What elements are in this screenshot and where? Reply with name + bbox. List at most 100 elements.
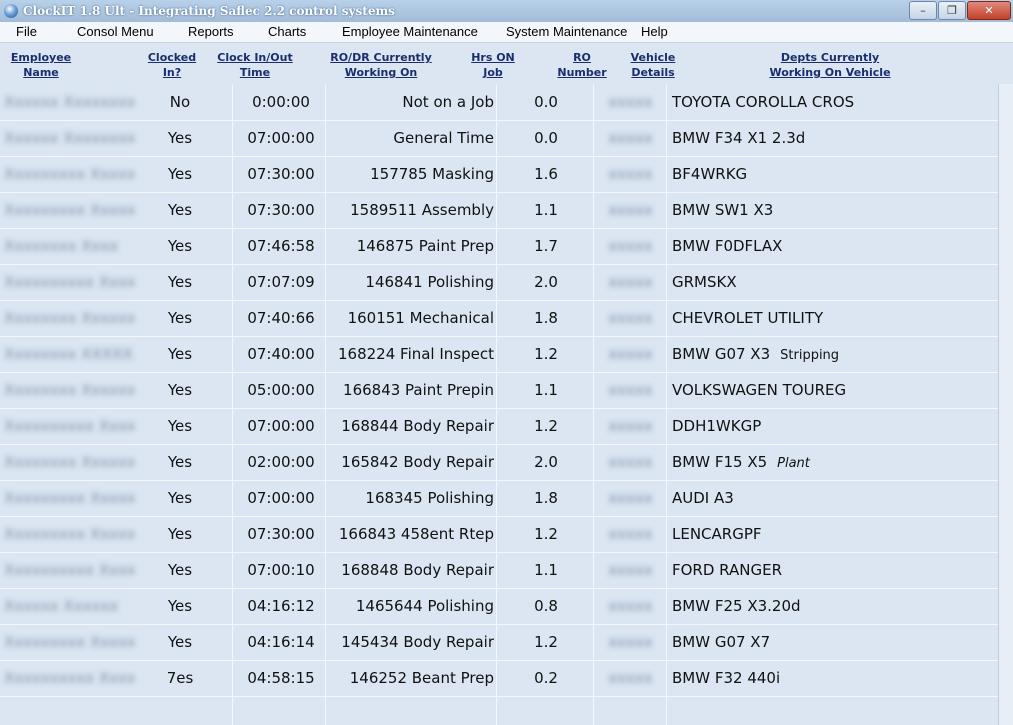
- table-row[interactable]: Xxxxxx Xxxxxxxxxx No 0:00:00 Not on a Job 0.…: [0, 84, 998, 121]
- cell-hrs: 1.8: [534, 489, 558, 507]
- vehicle-text: BMW G07 X3: [672, 345, 771, 363]
- header-employee-name[interactable]: Employee Name: [4, 48, 78, 82]
- cell-vehicle: BMW F0DFLAX: [672, 228, 992, 264]
- table-row[interactable]: Xxxxxxxx Xxxxxxxx Yes 07:40:66 160151 Mecha…: [0, 300, 998, 337]
- cell-time: 04:16:12: [247, 597, 315, 615]
- cell-vehicle: GRMSKX: [672, 264, 992, 300]
- dept-note: Stripping: [780, 348, 840, 363]
- cell-ro: xxxxx: [608, 201, 653, 219]
- cell-job: Not on a Job: [402, 93, 494, 111]
- cell-vehicle: BMW F34 X1 2.3d: [672, 120, 992, 156]
- menu-system-maintenance[interactable]: System Maintenance: [506, 24, 627, 39]
- cell-vehicle: BMW G07 X7: [672, 624, 992, 660]
- cell-ro: xxxxx: [608, 597, 653, 615]
- header-ro-number[interactable]: RO Number: [551, 48, 613, 82]
- minimize-button[interactable]: –: [909, 1, 937, 20]
- header-vehicle-details[interactable]: Vehicle Details: [618, 48, 688, 82]
- cell-ro: xxxxx: [608, 489, 653, 507]
- cell-job: 1465644 Polishing: [355, 597, 494, 615]
- cell-job: 168844 Body Repair: [341, 417, 494, 435]
- table-row[interactable]: Xxxxxxxxx Xxxxxxx Yes 07:30:00 157785 Maski…: [0, 156, 998, 193]
- vehicle-text: LENCARGPF: [672, 525, 762, 543]
- table-row[interactable]: Xxxxxxxx Xxxx Yes 07:46:58 146875 Paint Pre…: [0, 228, 998, 265]
- vehicle-text: BMW F25 X3.20d: [672, 597, 801, 615]
- cell-hrs: 1.2: [534, 633, 558, 651]
- maximize-button[interactable]: ❐: [938, 1, 966, 20]
- cell-name: Xxxxxxxxxx Xxxxxx: [4, 561, 134, 579]
- cell-job: 160151 Mechanical: [347, 309, 494, 327]
- close-button[interactable]: ✕: [967, 1, 1011, 20]
- menu-reports[interactable]: Reports: [188, 24, 234, 39]
- cell-job: 146841 Polishing: [365, 273, 494, 291]
- cell-clocked: 7es: [166, 669, 194, 687]
- menu-consol-menu[interactable]: Consol Menu: [77, 24, 154, 39]
- employee-grid: Employee Name Clocked In? Clock In/Out Time…: [0, 48, 1013, 725]
- table-row[interactable]: Xxxxxxxxx Xxxxxx Yes 07:00:00 168345 Polish…: [0, 480, 998, 517]
- cell-clocked: Yes: [167, 489, 193, 507]
- header-clock-time[interactable]: Clock In/Out Time: [210, 48, 300, 82]
- table-row[interactable]: Xxxxxxxxx Xxxxxxxx Yes 04:16:14 145434 Body…: [0, 624, 998, 661]
- cell-name: Xxxxxx Xxxxxx: [4, 597, 119, 615]
- vertical-scrollbar[interactable]: [998, 84, 1013, 725]
- cell-ro: xxxxx: [608, 453, 653, 471]
- cell-time: 02:00:00: [247, 453, 315, 471]
- header-clocked-in[interactable]: Clocked In?: [140, 48, 204, 82]
- cell-name: Xxxxxx Xxxxxxxxxx: [4, 93, 134, 111]
- cell-ro: xxxxx: [608, 525, 653, 543]
- cell-name: Xxxxxxxxxx Xxxxxx: [4, 669, 134, 687]
- cell-clocked: Yes: [167, 309, 193, 327]
- vehicle-text: BMW SW1 X3: [672, 201, 774, 219]
- header-hrs-on-job[interactable]: Hrs ON Job: [462, 48, 524, 82]
- menu-help[interactable]: Help: [641, 24, 668, 39]
- header-depts-working[interactable]: Depts Currently Working On Vehicle: [760, 48, 900, 82]
- cell-name: Xxxxxxxx Xxxxxxxx: [4, 381, 134, 399]
- cell-hrs: 0.8: [534, 597, 558, 615]
- table-row[interactable]: Xxxxxxxx Xxxxxxxxxx Yes 02:00:00 165842 Bod…: [0, 444, 998, 481]
- cell-name: Xxxxxxxxx Xxxxxx: [4, 525, 134, 543]
- cell-ro: xxxxx: [608, 237, 653, 255]
- header-ro-dr-working-on[interactable]: RO/DR Currently Working On: [326, 48, 436, 82]
- cell-job: 168848 Body Repair: [341, 561, 494, 579]
- table-row[interactable]: Xxxxxxxxxx Xxxxxxx Yes 07:07:09 146841 Poli…: [0, 264, 998, 301]
- menu-charts[interactable]: Charts: [268, 24, 306, 39]
- cell-clocked: Yes: [167, 561, 193, 579]
- cell-name: Xxxxxxxxx Xxxxxxxx: [4, 201, 134, 219]
- cell-clocked: Yes: [167, 129, 193, 147]
- cell-time: 05:00:00: [247, 381, 315, 399]
- window-title: ClockIT 1.8 Ult - Integrating Saflec 2.2…: [23, 4, 395, 18]
- menu-file[interactable]: File: [16, 24, 37, 39]
- vehicle-text: DDH1WKGP: [672, 417, 762, 435]
- cell-name: Xxxxxxxxxx Xxxxxxx: [4, 273, 134, 291]
- menu-employee-maintenance[interactable]: Employee Maintenance: [342, 24, 478, 39]
- cell-job: General Time: [393, 129, 494, 147]
- cell-hrs: 1.1: [534, 561, 558, 579]
- cell-name: Xxxxxx Xxxxxxxx: [4, 129, 134, 147]
- vehicle-text: BMW F15 X5: [672, 453, 768, 471]
- cell-name: Xxxxxxxx Xxxxxxxx: [4, 309, 134, 327]
- cell-time: 07:40:66: [247, 309, 315, 327]
- cell-job: 157785 Masking: [370, 165, 494, 183]
- table-row[interactable]: Xxxxxxxxxx Xxxxxx Yes 07:00:10 168848 Body …: [0, 552, 998, 589]
- cell-vehicle: BMW G07 X3 Stripping: [672, 336, 992, 372]
- cell-ro: xxxxx: [608, 381, 653, 399]
- table-row[interactable]: Xxxxxxxxx Xxxxxx Yes 07:30:00 166843 458ent…: [0, 516, 998, 553]
- cell-clocked: Yes: [167, 597, 193, 615]
- table-row[interactable]: Xxxxxxxx XXXXXXXX Yes 07:40:00 168224 Final…: [0, 336, 998, 373]
- cell-name: Xxxxxxxxx Xxxxxxx: [4, 165, 134, 183]
- cell-time: 07:40:00: [247, 345, 315, 363]
- vehicle-text: BMW F0DFLAX: [672, 237, 783, 255]
- table-row[interactable]: Xxxxxxxx Xxxxxxxx Yes 05:00:00 166843 Paint…: [0, 372, 998, 409]
- table-row[interactable]: Xxxxxxxxxx Xxxxxx Yes 07:00:00 168844 Body …: [0, 408, 998, 445]
- cell-vehicle: AUDI A3: [672, 480, 992, 516]
- cell-clocked: Yes: [167, 237, 193, 255]
- vehicle-text: FORD RANGER: [672, 561, 782, 579]
- cell-vehicle: BMW SW1 X3: [672, 192, 992, 228]
- cell-time: 07:30:00: [247, 525, 315, 543]
- cell-ro: xxxxx: [608, 93, 653, 111]
- table-row[interactable]: Xxxxxxxxxx Xxxxxx 7es 04:58:15 146252 Beant…: [0, 660, 998, 697]
- table-row[interactable]: Xxxxxxxxx Xxxxxxxx Yes 07:30:00 1589511 Ass…: [0, 192, 998, 229]
- table-row[interactable]: Xxxxxx Xxxxxx Yes 04:16:12 1465644 Polishin…: [0, 588, 998, 625]
- cell-job: 146252 Beant Prep: [349, 669, 494, 687]
- cell-job: 166843 Paint Prepin: [343, 381, 494, 399]
- table-row[interactable]: Xxxxxx Xxxxxxxx Yes 07:00:00 General Time 0.…: [0, 120, 998, 157]
